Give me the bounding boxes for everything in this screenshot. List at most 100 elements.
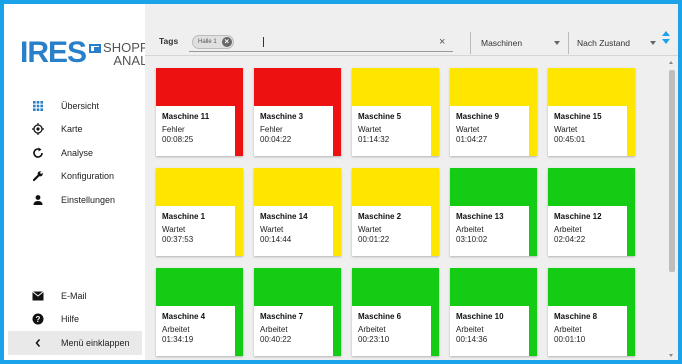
status-color-band bbox=[254, 168, 341, 206]
status-color-band bbox=[156, 168, 243, 206]
sidebar-item-einstellungen[interactable]: Einstellungen bbox=[4, 188, 145, 212]
sidebar-item-label: Karte bbox=[61, 124, 83, 135]
machine-card[interactable]: Maschine 12 Arbeitet 02:04:22 bbox=[548, 168, 635, 256]
chevron-down-icon[interactable] bbox=[554, 41, 560, 45]
machine-state: Fehler bbox=[260, 125, 283, 134]
machine-duration: 00:14:36 bbox=[456, 335, 488, 344]
main-content: Tags Halle 1 × × Maschinen Nach Zustand … bbox=[145, 4, 678, 360]
status-color-stripe bbox=[333, 68, 341, 156]
machine-duration: 00:04:22 bbox=[260, 135, 292, 144]
status-color-band bbox=[450, 168, 537, 206]
machine-duration: 01:04:27 bbox=[456, 135, 488, 144]
machine-card[interactable]: Maschine 4 Arbeitet 01:34:19 bbox=[156, 268, 243, 356]
machine-card[interactable]: Maschine 11 Fehler 00:08:25 bbox=[156, 68, 243, 156]
machine-state: Wartet bbox=[260, 225, 284, 234]
machine-card[interactable]: Maschine 13 Arbeitet 03:10:02 bbox=[450, 168, 537, 256]
machine-state: Wartet bbox=[358, 125, 382, 134]
machine-duration: 01:14:32 bbox=[358, 135, 390, 144]
status-color-stripe bbox=[529, 168, 537, 256]
machine-card[interactable]: Maschine 2 Wartet 00:01:22 bbox=[352, 168, 439, 256]
status-color-band bbox=[450, 68, 537, 106]
machine-state: Wartet bbox=[456, 125, 480, 134]
machine-grid: Maschine 11 Fehler 00:08:25 Maschine 3 Fehle… bbox=[156, 68, 661, 360]
scrollbar[interactable] bbox=[667, 58, 676, 360]
machine-name: Maschine 13 bbox=[456, 212, 504, 221]
status-color-band bbox=[352, 68, 439, 106]
chip-remove-icon[interactable]: × bbox=[221, 37, 232, 47]
chevron-left-icon bbox=[31, 336, 45, 350]
status-color-band bbox=[254, 268, 341, 306]
machine-card[interactable]: Maschine 10 Arbeitet 00:14:36 bbox=[450, 268, 537, 356]
machine-state: Wartet bbox=[358, 225, 382, 234]
tag-chip[interactable]: Halle 1 × bbox=[192, 35, 234, 49]
sidebar: IRES SHOPFLOOR ANALYTICS Übersicht Karte bbox=[4, 4, 185, 360]
collapse-menu-button[interactable]: Menü einklappen bbox=[8, 331, 142, 355]
sidebar-item-karte[interactable]: Karte bbox=[4, 118, 145, 142]
sidebar-item-label: Einstellungen bbox=[61, 194, 116, 205]
machine-card[interactable]: Maschine 7 Arbeitet 00:40:22 bbox=[254, 268, 341, 356]
status-color-band bbox=[156, 68, 243, 106]
sidebar-item-label: E-Mail bbox=[61, 290, 87, 301]
status-color-band bbox=[352, 268, 439, 306]
machine-state: Arbeitet bbox=[260, 325, 288, 334]
machine-row: Maschine 1 Wartet 00:37:53 Maschine 14 Warte… bbox=[156, 168, 661, 256]
filter-bar: Tags Halle 1 × × Maschinen Nach Zustand bbox=[145, 4, 678, 56]
status-color-stripe bbox=[235, 168, 243, 256]
sort-select[interactable]: Nach Zustand bbox=[577, 38, 630, 48]
status-color-stripe bbox=[333, 168, 341, 256]
machine-card[interactable]: Maschine 3 Fehler 00:04:22 bbox=[254, 68, 341, 156]
status-color-band bbox=[352, 168, 439, 206]
machine-name: Maschine 10 bbox=[456, 312, 504, 321]
mail-icon bbox=[31, 289, 45, 303]
machine-name: Maschine 11 bbox=[162, 112, 210, 121]
machine-duration: 02:04:22 bbox=[554, 235, 586, 244]
chevron-down-icon[interactable] bbox=[650, 41, 656, 45]
svg-text:?: ? bbox=[36, 315, 41, 324]
sort-order-icon[interactable] bbox=[662, 31, 670, 49]
sidebar-item-uebersicht[interactable]: Übersicht bbox=[4, 94, 145, 118]
status-color-band bbox=[548, 168, 635, 206]
status-color-stripe bbox=[333, 268, 341, 356]
machine-duration: 00:40:22 bbox=[260, 335, 292, 344]
scrollbar-thumb[interactable] bbox=[669, 70, 675, 272]
text-caret bbox=[263, 37, 264, 47]
machine-row: Maschine 11 Fehler 00:08:25 Maschine 3 Fehle… bbox=[156, 68, 661, 156]
machine-name: Maschine 6 bbox=[358, 312, 402, 321]
machine-card[interactable]: Maschine 8 Arbeitet 00:01:10 bbox=[548, 268, 635, 356]
machine-name: Maschine 2 bbox=[358, 212, 402, 221]
sidebar-item-email[interactable]: E-Mail bbox=[4, 284, 145, 308]
machine-card[interactable]: Maschine 5 Wartet 01:14:32 bbox=[352, 68, 439, 156]
machines-select[interactable]: Maschinen bbox=[481, 38, 522, 48]
machine-card[interactable]: Maschine 9 Wartet 01:04:27 bbox=[450, 68, 537, 156]
sidebar-item-analyse[interactable]: Analyse bbox=[4, 141, 145, 165]
status-color-stripe bbox=[235, 268, 243, 356]
scroll-up-icon[interactable] bbox=[669, 61, 673, 64]
machine-state: Arbeitet bbox=[358, 325, 386, 334]
status-color-band bbox=[156, 268, 243, 306]
machine-duration: 00:14:44 bbox=[260, 235, 292, 244]
machine-card[interactable]: Maschine 15 Wartet 00:45:01 bbox=[548, 68, 635, 156]
sidebar-item-konfiguration[interactable]: Konfiguration bbox=[4, 165, 145, 189]
person-icon bbox=[31, 193, 45, 207]
status-color-stripe bbox=[431, 68, 439, 156]
machine-card[interactable]: Maschine 14 Wartet 00:14:44 bbox=[254, 168, 341, 256]
machine-name: Maschine 15 bbox=[554, 112, 602, 121]
machine-duration: 00:01:10 bbox=[554, 335, 586, 344]
scroll-down-icon[interactable] bbox=[669, 354, 673, 357]
app-window: IRES SHOPFLOOR ANALYTICS Übersicht Karte bbox=[4, 4, 678, 360]
clear-tags-button[interactable]: × bbox=[439, 36, 445, 48]
machine-name: Maschine 12 bbox=[554, 212, 602, 221]
machine-card[interactable]: Maschine 6 Arbeitet 00:23:10 bbox=[352, 268, 439, 356]
status-color-band bbox=[450, 268, 537, 306]
machine-duration: 00:01:22 bbox=[358, 235, 390, 244]
divider bbox=[568, 32, 569, 54]
machine-name: Maschine 4 bbox=[162, 312, 206, 321]
divider bbox=[470, 32, 471, 54]
machine-row: Maschine 4 Arbeitet 01:34:19 Maschine 7 Arbe… bbox=[156, 268, 661, 356]
status-color-stripe bbox=[431, 268, 439, 356]
tags-input[interactable]: Halle 1 × bbox=[189, 32, 453, 52]
tag-chip-label: Halle 1 bbox=[198, 39, 217, 45]
status-color-stripe bbox=[627, 268, 635, 356]
sidebar-item-hilfe[interactable]: ? Hilfe bbox=[4, 308, 145, 332]
machine-card[interactable]: Maschine 1 Wartet 00:37:53 bbox=[156, 168, 243, 256]
